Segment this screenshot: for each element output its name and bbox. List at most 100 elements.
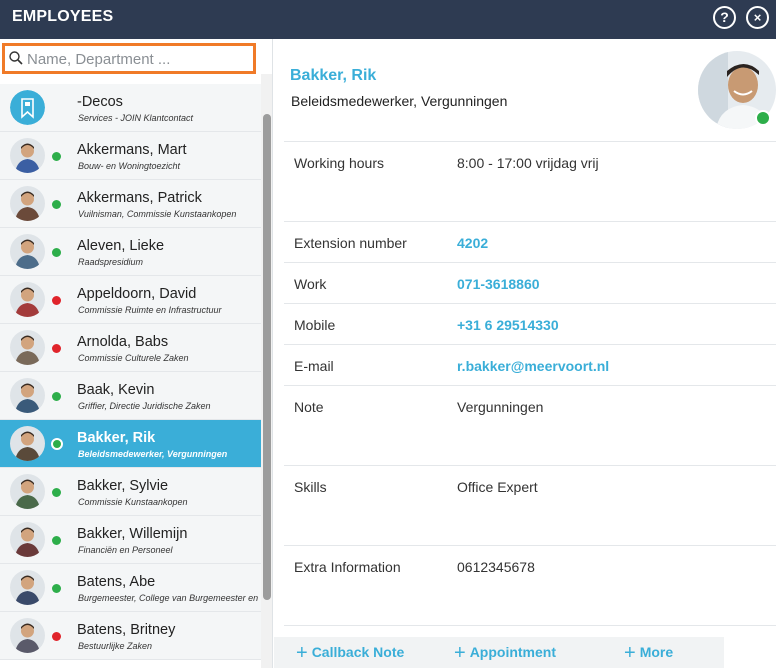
- employee-list-item[interactable]: Aleven, Lieke Raadspresidium: [0, 228, 261, 276]
- employee-subtitle: Raadspresidium: [78, 257, 144, 267]
- employee-subtitle: Services - JOIN Klantcontact: [78, 113, 194, 123]
- employee-subtitle: Griffier, Directie Juridische Zaken: [78, 401, 211, 411]
- employee-name: Bakker, Willemijn: [77, 526, 188, 542]
- employee-name: Akkermans, Mart: [77, 142, 187, 158]
- employee-name: Baak, Kevin: [77, 382, 155, 398]
- employee-list-item[interactable]: Baak, Kevin Griffier, Directie Juridische…: [0, 372, 261, 420]
- detail-row: E-mail r.bakker@meervoort.nl: [284, 345, 776, 386]
- list-scrollbar[interactable]: [261, 74, 272, 668]
- app-title: EMPLOYEES: [12, 8, 114, 25]
- detail-label: Working hours: [294, 155, 385, 171]
- callback-note-button[interactable]: + Callback Note: [296, 643, 404, 663]
- detail-value: 8:00 - 17:00 vrijdag vrij: [457, 155, 599, 171]
- employee-list-item[interactable]: Akkermans, Patrick Vuilnisman, Commissie …: [0, 180, 261, 228]
- status-indicator: [52, 488, 61, 497]
- employee-subtitle: Beleidsmedewerker, Vergunningen: [78, 449, 228, 459]
- status-indicator: [52, 152, 61, 161]
- employee-subtitle: Burgemeester, College van Burgemeester e…: [78, 593, 261, 603]
- employee-avatar: [10, 618, 45, 653]
- profile-status-indicator: [755, 110, 771, 126]
- plus-icon: +: [624, 642, 636, 664]
- detail-label: Skills: [294, 479, 327, 495]
- employee-list-item[interactable]: Bakker, Willemijn Financiën en Personeel: [0, 516, 261, 564]
- employee-list-item[interactable]: Batens, Britney Bestuurlijke Zaken: [0, 612, 261, 660]
- status-indicator: [51, 438, 63, 450]
- employee-avatar: [10, 186, 45, 221]
- plus-icon: +: [296, 642, 308, 664]
- profile-name: Bakker, Rik: [290, 67, 377, 84]
- employee-avatar: [10, 138, 45, 173]
- employee-name: Bakker, Rik: [77, 430, 156, 446]
- employee-subtitle: Vuilnisman, Commissie Kunstaankopen: [78, 209, 237, 219]
- status-indicator: [52, 536, 61, 545]
- employee-list-item[interactable]: Akkermans, Mart Bouw- en Woningtoezicht: [0, 132, 261, 180]
- detail-link[interactable]: r.bakker@meervoort.nl: [457, 358, 609, 374]
- detail-link[interactable]: 4202: [457, 235, 488, 251]
- detail-label: E-mail: [294, 358, 334, 374]
- detail-label: Extension number: [294, 235, 407, 251]
- detail-row: Extra Information 0612345678: [284, 546, 776, 626]
- detail-label: Extra Information: [294, 559, 401, 575]
- detail-row: Mobile +31 6 29514330: [284, 304, 776, 345]
- action-bar: + Callback Note + Appointment + More: [274, 637, 724, 668]
- employee-list-item[interactable]: Arnolda, Babs Commissie Culturele Zaken: [0, 324, 261, 372]
- status-indicator: [52, 344, 61, 353]
- employee-list-item[interactable]: Bakker, Rik Beleidsmedewerker, Vergunning…: [0, 420, 261, 468]
- employee-name: Appeldoorn, David: [77, 286, 197, 302]
- detail-row: Work 071-3618860: [284, 263, 776, 304]
- detail-value: 0612345678: [457, 559, 535, 575]
- detail-row: Skills Office Expert: [284, 466, 776, 546]
- plus-icon: +: [454, 642, 466, 664]
- help-button[interactable]: ?: [713, 6, 736, 29]
- detail-link[interactable]: 071-3618860: [457, 276, 540, 292]
- profile-details: Working hours 8:00 - 17:00 vrijdag vrij Ex…: [284, 141, 776, 626]
- employee-avatar: [10, 474, 45, 509]
- employee-subtitle: Financiën en Personeel: [78, 545, 173, 555]
- status-indicator: [52, 584, 61, 593]
- search-icon: [9, 51, 23, 65]
- employee-name: Arnolda, Babs: [77, 334, 169, 350]
- scrollbar-thumb[interactable]: [263, 114, 271, 600]
- employee-avatar: [10, 378, 45, 413]
- employee-avatar: [10, 282, 45, 317]
- bookmark-icon: [10, 90, 45, 125]
- detail-label: Mobile: [294, 317, 336, 333]
- detail-row: Note Vergunningen: [284, 386, 776, 466]
- employee-avatar: [10, 426, 45, 461]
- detail-label: Work: [294, 276, 327, 292]
- search-input[interactable]: [27, 49, 247, 69]
- employee-name: Batens, Britney: [77, 622, 176, 638]
- status-indicator: [52, 392, 61, 401]
- employee-subtitle: Bouw- en Woningtoezicht: [78, 161, 181, 171]
- status-indicator: [52, 632, 61, 641]
- employee-avatar: [10, 234, 45, 269]
- search-box[interactable]: [2, 43, 256, 74]
- status-indicator: [52, 200, 61, 209]
- employee-detail-panel: Bakker, Rik Beleidsmedewerker, Vergunnin…: [274, 39, 776, 668]
- employee-subtitle: Commissie Culturele Zaken: [78, 353, 189, 363]
- status-indicator: [52, 248, 61, 257]
- detail-row: Extension number 4202: [284, 222, 776, 263]
- detail-value: Vergunningen: [457, 399, 544, 415]
- more-button[interactable]: + More: [624, 643, 673, 663]
- employee-name: Batens, Abe: [77, 574, 156, 590]
- employee-list-item[interactable]: Appeldoorn, David Commissie Ruimte en Inf…: [0, 276, 261, 324]
- detail-label: Note: [294, 399, 324, 415]
- profile-title: Beleidsmedewerker, Vergunningen: [291, 93, 508, 109]
- employee-list-item[interactable]: Bakker, Sylvie Commissie Kunstaankopen: [0, 468, 261, 516]
- employee-list: -Decos Services - JOIN Klantcontact Akkerm…: [0, 84, 261, 660]
- employee-avatar: [10, 570, 45, 605]
- employee-list-item[interactable]: -Decos Services - JOIN Klantcontact: [0, 84, 261, 132]
- appointment-button[interactable]: + Appointment: [454, 643, 556, 663]
- status-indicator: [52, 296, 61, 305]
- detail-row: Working hours 8:00 - 17:00 vrijdag vrij: [284, 142, 776, 222]
- employee-list-panel: -Decos Services - JOIN Klantcontact Akkerm…: [0, 39, 273, 668]
- employee-subtitle: Commissie Ruimte en Infrastructuur: [78, 305, 222, 315]
- employee-name: Aleven, Lieke: [77, 238, 165, 254]
- employee-list-item[interactable]: Batens, Abe Burgemeester, College van Bur…: [0, 564, 261, 612]
- close-button[interactable]: ×: [746, 6, 769, 29]
- detail-value: Office Expert: [457, 479, 538, 495]
- employee-name: -Decos: [77, 94, 123, 110]
- employee-avatar: [10, 330, 45, 365]
- detail-link[interactable]: +31 6 29514330: [457, 317, 559, 333]
